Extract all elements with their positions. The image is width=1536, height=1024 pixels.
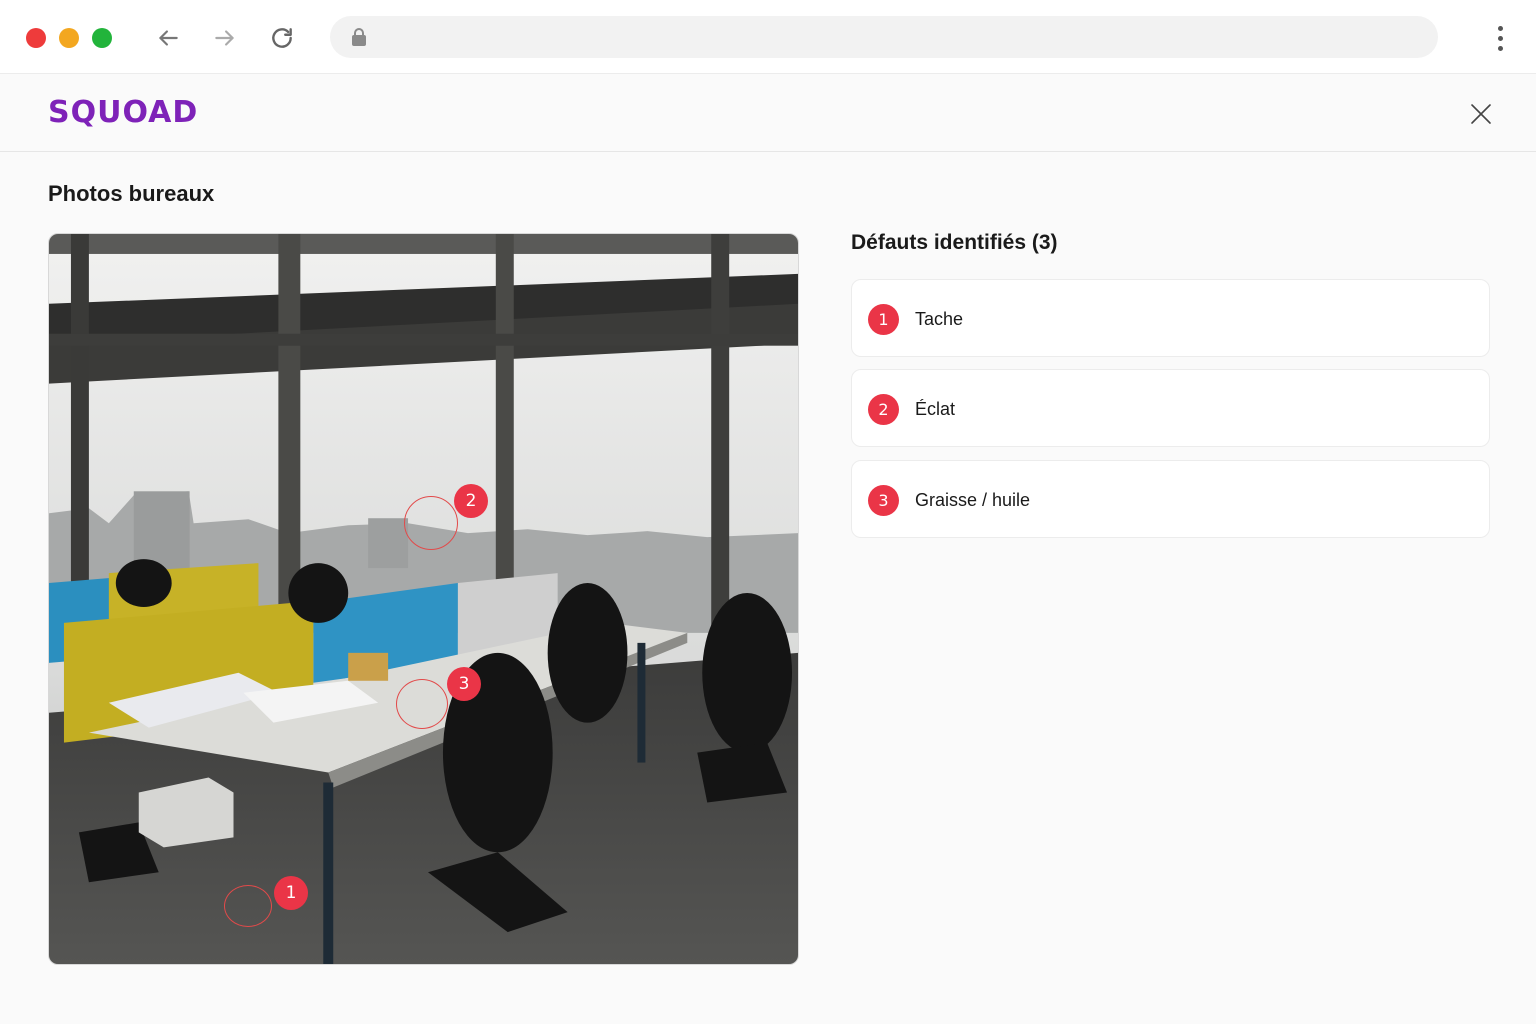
close-icon[interactable] — [1466, 99, 1496, 129]
kebab-menu-icon[interactable] — [1488, 22, 1512, 54]
defect-number-badge: 1 — [868, 304, 899, 335]
address-bar[interactable] — [330, 16, 1438, 58]
office-photo-illustration — [49, 234, 798, 964]
defect-item[interactable]: 2 Éclat — [851, 369, 1490, 447]
photo-marker-1[interactable]: 1 — [274, 876, 308, 910]
defect-label: Tache — [915, 309, 964, 329]
office-photo[interactable] — [48, 233, 799, 965]
lock-icon — [352, 28, 366, 46]
defect-area-ring-3 — [396, 679, 448, 729]
window-close-dot[interactable] — [26, 28, 46, 48]
defect-label: Graisse / huile — [915, 490, 1031, 510]
defect-area-ring-1 — [224, 885, 272, 927]
defect-number-badge: 2 — [868, 394, 899, 425]
defect-number-badge: 3 — [868, 485, 899, 516]
defect-area-ring-2 — [404, 496, 458, 550]
photo-marker-2[interactable]: 2 — [454, 484, 488, 518]
logo: SQUOAD — [48, 95, 199, 130]
defects-title: Défauts identifiés (3) — [851, 231, 1058, 254]
section-title: Photos bureaux — [48, 181, 215, 206]
defect-item[interactable]: 1 Tache — [851, 279, 1490, 357]
reload-icon — [272, 28, 292, 48]
photo-marker-3[interactable]: 3 — [447, 667, 481, 701]
back-button[interactable] — [152, 22, 184, 54]
defect-item[interactable]: 3 Graisse / huile — [851, 460, 1490, 538]
app-header: SQUOAD — [0, 75, 1536, 152]
back-arrow-icon — [159, 30, 178, 46]
reload-button[interactable] — [266, 22, 298, 54]
window-maximize-dot[interactable] — [92, 28, 112, 48]
forward-arrow-icon — [215, 30, 234, 46]
forward-button[interactable] — [209, 22, 241, 54]
browser-toolbar — [0, 0, 1536, 74]
defect-label: Éclat — [915, 399, 956, 419]
window-minimize-dot[interactable] — [59, 28, 79, 48]
